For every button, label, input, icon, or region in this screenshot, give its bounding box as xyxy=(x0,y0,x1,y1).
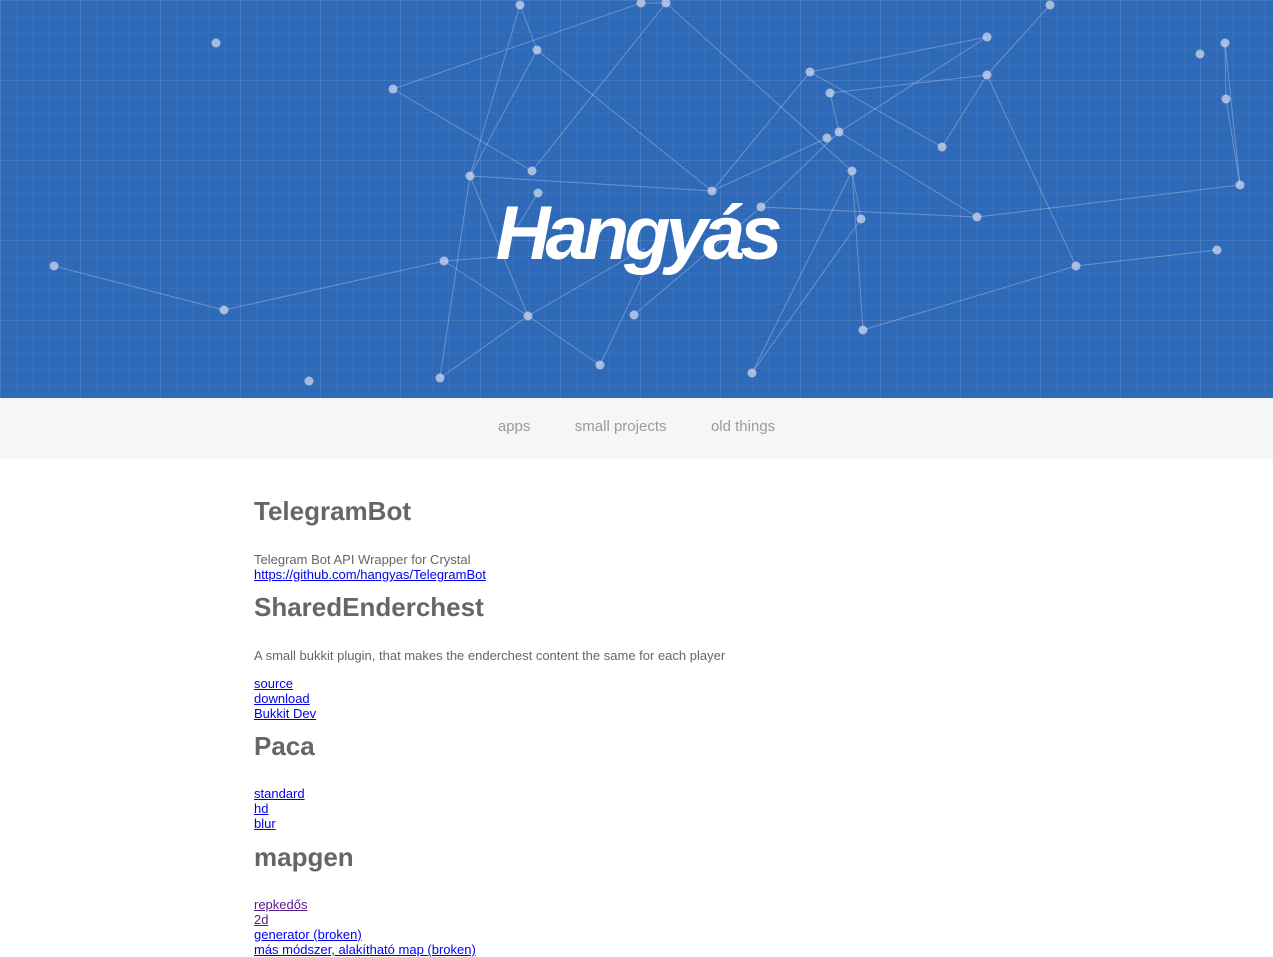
section-paca: Paca standard hd blur xyxy=(254,731,1014,831)
alternative-method-link[interactable]: más módszer, alakítható map (broken) xyxy=(254,942,1014,957)
section-telegrambot: TelegramBot Telegram Bot API Wrapper for… xyxy=(254,496,1014,582)
section-description: A small bukkit plugin, that makes the en… xyxy=(254,648,726,663)
hd-link[interactable]: hd xyxy=(254,801,1014,816)
nav-link-old-things[interactable]: old things xyxy=(711,398,775,456)
generator-link[interactable]: generator (broken) xyxy=(254,927,1014,942)
github-link[interactable]: https://github.com/hangyas/TelegramBot xyxy=(254,567,1014,582)
download-link[interactable]: download xyxy=(254,691,1014,706)
section-mapgen: mapgen repkedős 2d generator (broken) má… xyxy=(254,842,1014,957)
link-list: standard hd blur xyxy=(254,786,1014,831)
link-list: repkedős 2d generator (broken) más módsz… xyxy=(254,897,1014,957)
link-list: https://github.com/hangyas/TelegramBot xyxy=(254,567,1014,582)
section-sharedenderchest: SharedEnderchest A small bukkit plugin, … xyxy=(254,592,1014,721)
blur-link[interactable]: blur xyxy=(254,816,1014,831)
2d-link[interactable]: 2d xyxy=(254,912,1014,927)
main-nav: apps small projects old things xyxy=(0,398,1273,459)
nav-link-small-projects[interactable]: small projects xyxy=(575,398,667,456)
hero-banner: Hangyás xyxy=(0,0,1273,398)
link-list: source download Bukkit Dev xyxy=(254,676,1014,721)
repkedos-link[interactable]: repkedős xyxy=(254,897,1014,912)
section-title: mapgen xyxy=(254,842,354,872)
site-title: Hangyás xyxy=(495,191,783,276)
standard-link[interactable]: standard xyxy=(254,786,1014,801)
source-link[interactable]: source xyxy=(254,676,1014,691)
section-title: TelegramBot xyxy=(254,496,411,526)
section-title: Paca xyxy=(254,731,315,761)
bukkit-dev-link[interactable]: Bukkit Dev xyxy=(254,706,1014,721)
section-title: SharedEnderchest xyxy=(254,592,484,622)
nav-link-apps[interactable]: apps xyxy=(498,398,531,456)
section-description: Telegram Bot API Wrapper for Crystal xyxy=(254,552,471,567)
